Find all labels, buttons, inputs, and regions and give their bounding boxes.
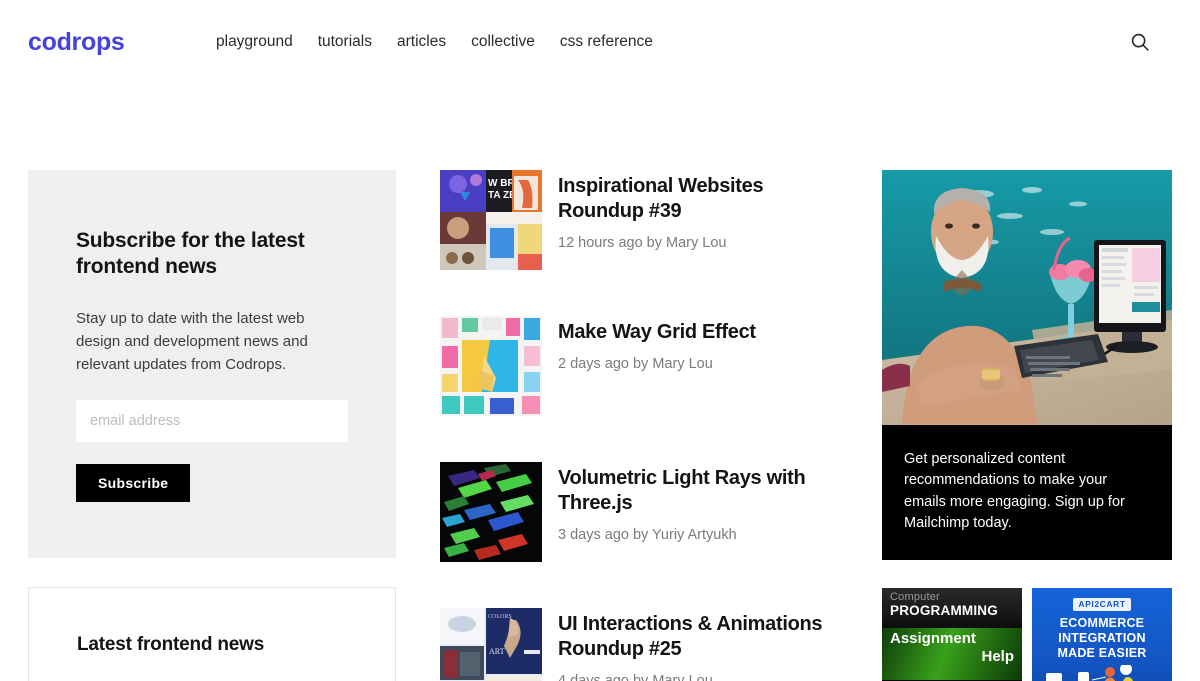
article-item[interactable]: COLORS ART The new ALTERNAT UI Interacti: [440, 608, 838, 681]
ad-api2cart[interactable]: API2CART ECOMMERCE INTEGRATION MADE EASI…: [1032, 588, 1172, 681]
article-list: W BR TA ZE Inspirational Websites Roundu…: [440, 170, 838, 681]
ad-brand: API2CART: [1073, 597, 1131, 611]
poolside-photo: [882, 170, 1172, 425]
article-item[interactable]: Volumetric Light Rays with Three.js 3 da…: [440, 462, 838, 562]
latest-news-title: Latest frontend news: [77, 634, 265, 656]
subscribe-button[interactable]: Subscribe: [76, 464, 191, 503]
nav-item-articles[interactable]: articles: [397, 33, 446, 51]
latest-news-card: Latest frontend news Collective #717: [28, 587, 396, 681]
svg-text:COLORS: COLORS: [488, 614, 512, 620]
ad-header: Computer PROGRAMMING: [882, 588, 1022, 629]
article-thumbnail: COLORS ART The new ALTERNAT: [440, 608, 542, 681]
article-item[interactable]: Make Way Grid Effect 2 days ago by Mary …: [440, 316, 838, 416]
article-body: Make Way Grid Effect 2 days ago by Mary …: [558, 316, 756, 372]
email-input[interactable]: [76, 400, 348, 443]
article-title[interactable]: UI Interactions & Animations Roundup #25: [558, 612, 838, 662]
article-body: Inspirational Websites Roundup #39 12 ho…: [558, 170, 838, 251]
nav-item-css-reference[interactable]: css reference: [560, 33, 653, 51]
search-button[interactable]: [1124, 26, 1156, 58]
article-title[interactable]: Make Way Grid Effect: [558, 320, 756, 345]
nav-item-tutorials[interactable]: tutorials: [318, 33, 372, 51]
left-sidebar: Subscribe for the latest frontend news S…: [28, 170, 396, 681]
ad-line-2: PROGRAMMING: [890, 602, 998, 618]
ad-diagram: [1040, 662, 1164, 681]
ad-caption: Get personalized content recommendations…: [904, 451, 1125, 531]
subscribe-description: Stay up to date with the latest web desi…: [76, 309, 308, 374]
article-title[interactable]: Inspirational Websites Roundup #39: [558, 174, 838, 224]
ad-image: [882, 170, 1172, 425]
ad-headline-3: MADE EASIER: [1057, 645, 1147, 660]
ad-row: Computer PROGRAMMING Assignment Help ASS…: [882, 588, 1172, 681]
subscribe-card: Subscribe for the latest frontend news S…: [28, 170, 396, 559]
ad-headline-1: ECOMMERCE: [1059, 615, 1145, 630]
nav-item-playground[interactable]: playground: [216, 33, 293, 51]
svg-text:TA ZE: TA ZE: [488, 190, 516, 201]
ad-headline-2: INTEGRATION: [1058, 630, 1146, 645]
ad-line-3: Assignment: [890, 630, 976, 648]
article-body: UI Interactions & Animations Roundup #25…: [558, 608, 838, 681]
article-thumbnail: [440, 462, 542, 562]
svg-text:ART: ART: [489, 647, 505, 656]
ad-line-4: Help: [981, 647, 1014, 665]
article-title[interactable]: Volumetric Light Rays with Three.js: [558, 466, 838, 516]
site-logo[interactable]: codrops: [28, 28, 216, 57]
right-sidebar: Get personalized content recommendations…: [882, 170, 1172, 681]
article-item[interactable]: W BR TA ZE Inspirational Websites Roundu…: [440, 170, 838, 270]
site-header: codrops playground tutorials articles co…: [0, 0, 1200, 84]
search-icon: [1131, 33, 1149, 51]
article-body: Volumetric Light Rays with Three.js 3 da…: [558, 462, 838, 543]
svg-text:W BR: W BR: [488, 178, 515, 189]
page-content: Subscribe for the latest frontend news S…: [0, 84, 1200, 681]
nav-item-collective[interactable]: collective: [471, 33, 535, 51]
ad-assignment-expert[interactable]: Computer PROGRAMMING Assignment Help ASS…: [882, 588, 1022, 681]
ad-body: Assignment Help: [882, 628, 1022, 681]
subscribe-title: Subscribe for the latest frontend news: [76, 229, 305, 279]
article-meta: 3 days ago by Yuriy Artyukh: [558, 527, 737, 544]
thumbnail-image: W BR TA ZE: [440, 170, 542, 270]
article-meta: 2 days ago by Mary Lou: [558, 356, 713, 373]
article-meta: 4 days ago by Mary Lou: [558, 673, 838, 681]
ad-mailchimp[interactable]: Get personalized content recommendations…: [882, 170, 1172, 561]
integration-diagram-icon: [1046, 662, 1133, 681]
article-meta: 12 hours ago by Mary Lou: [558, 235, 727, 252]
thumbnail-image: [440, 316, 542, 416]
thumbnail-image: [440, 462, 542, 562]
article-thumbnail: [440, 316, 542, 416]
main-navigation: playground tutorials articles collective…: [216, 33, 1124, 51]
article-thumbnail: W BR TA ZE: [440, 170, 542, 270]
thumbnail-image: COLORS ART The new ALTERNAT: [440, 608, 542, 681]
